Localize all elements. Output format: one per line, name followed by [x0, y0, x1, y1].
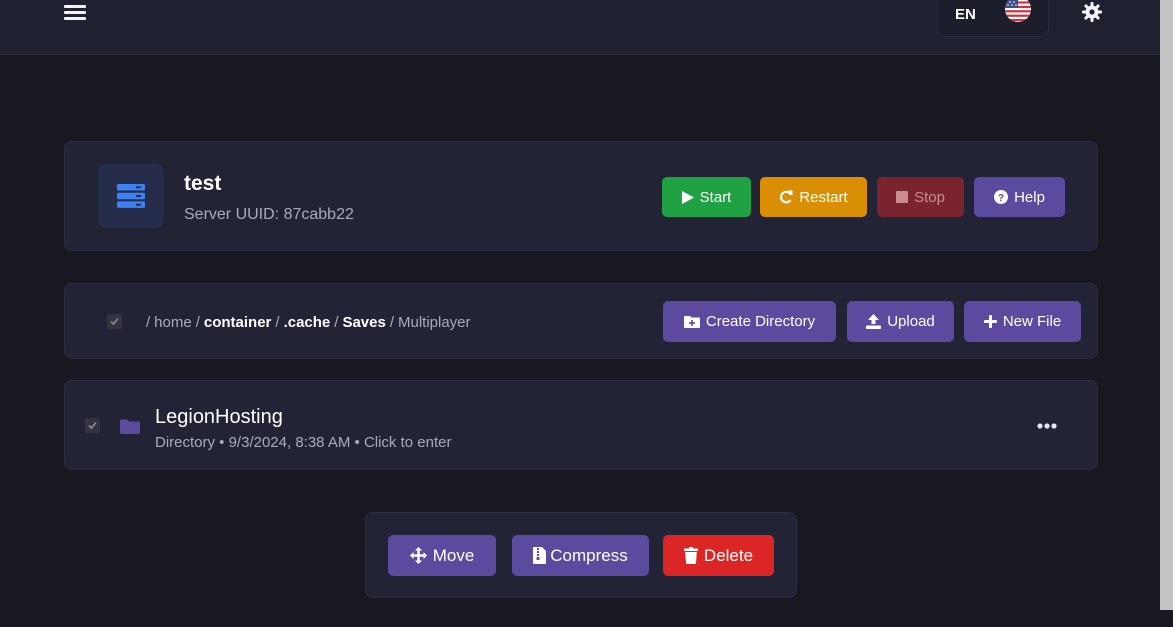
- stop-button[interactable]: Stop: [877, 177, 964, 217]
- upload-button[interactable]: Upload: [847, 301, 954, 342]
- us-flag-icon: [1005, 0, 1031, 22]
- file-name[interactable]: LegionHosting: [155, 406, 283, 429]
- scrollbar[interactable]: [1160, 0, 1173, 627]
- upload-label: Upload: [887, 313, 935, 330]
- breadcrumb-item-multiplayer: Multiplayer: [397, 314, 471, 331]
- server-icon: [117, 184, 145, 208]
- move-button[interactable]: Move: [388, 535, 496, 576]
- breadcrumb-item-cache[interactable]: .cache: [284, 314, 331, 331]
- compress-label: Compress: [550, 545, 628, 565]
- breadcrumb: / home / container / .cache / Saves / Multiplayer: [146, 314, 471, 331]
- gear-icon[interactable]: [1081, 1, 1103, 23]
- upload-icon: [866, 314, 882, 329]
- restart-button[interactable]: Restart: [760, 177, 867, 217]
- language-selector[interactable]: EN: [937, 0, 1049, 37]
- folder-icon: [120, 419, 140, 434]
- check-icon: [110, 317, 119, 326]
- create-directory-button[interactable]: Create Directory: [663, 301, 836, 342]
- create-directory-label: Create Directory: [705, 313, 816, 330]
- folder-plus-icon: [683, 316, 700, 328]
- delete-button[interactable]: Delete: [663, 535, 774, 576]
- check-icon: [88, 421, 97, 430]
- question-circle-icon: ?: [994, 190, 1009, 204]
- stop-icon: [896, 191, 909, 203]
- hamburger-menu-icon[interactable]: [64, 2, 86, 24]
- file-meta: Directory • 9/3/2024, 8:38 AM • Click to…: [155, 434, 452, 451]
- plus-icon: [983, 315, 997, 328]
- top-bar: EN: [0, 0, 1160, 55]
- new-file-label: New File: [1002, 313, 1062, 330]
- more-options-icon[interactable]: [1026, 416, 1066, 436]
- select-all-checkbox[interactable]: [107, 314, 122, 329]
- language-code: EN: [955, 6, 976, 23]
- file-toolbar-card: / home / container / .cache / Saves / Multiplayer…: [64, 283, 1098, 359]
- start-label: Start: [699, 188, 732, 206]
- table-row[interactable]: LegionHosting Directory • 9/3/2024, 8:38…: [64, 380, 1098, 470]
- start-button[interactable]: Start: [662, 177, 751, 217]
- file-zip-icon: [533, 547, 547, 564]
- new-file-button[interactable]: New File: [964, 301, 1081, 342]
- row-checkbox[interactable]: [85, 418, 100, 433]
- restart-label: Restart: [799, 188, 848, 206]
- trash-icon: [683, 547, 698, 564]
- arrows-move-icon: [409, 547, 427, 564]
- server-uuid: Server UUID: 87cabb22: [184, 206, 354, 223]
- compress-button[interactable]: Compress: [512, 535, 649, 576]
- server-card: test Server UUID: 87cabb22 Start Restart…: [64, 141, 1098, 251]
- svg-text:?: ?: [998, 193, 1004, 204]
- breadcrumb-item-home[interactable]: home: [154, 314, 192, 331]
- server-name: test: [184, 172, 222, 195]
- breadcrumb-item-saves[interactable]: Saves: [342, 314, 385, 331]
- server-icon-box: [98, 164, 164, 228]
- move-label: Move: [432, 545, 475, 565]
- play-icon: [681, 190, 694, 204]
- help-label: Help: [1014, 188, 1045, 206]
- stop-label: Stop: [914, 188, 945, 206]
- breadcrumb-item-container[interactable]: container: [204, 314, 272, 331]
- help-button[interactable]: ? Help: [974, 177, 1065, 217]
- redo-icon: [780, 190, 793, 204]
- delete-label: Delete: [703, 545, 754, 565]
- bulk-actions-bar: Move Compress Delete: [365, 512, 797, 598]
